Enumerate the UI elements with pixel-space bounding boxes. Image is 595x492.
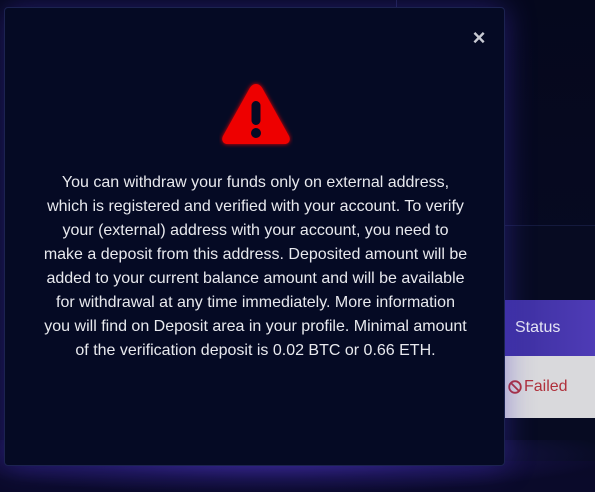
withdraw-info-modal: × You can withdraw your funds only on ex…: [4, 7, 505, 466]
ban-icon: [508, 380, 522, 394]
page: Status Failed × You can withdraw your fu…: [0, 0, 595, 492]
table-header-label: Status: [515, 319, 561, 336]
modal-message: You can withdraw your funds only on exte…: [43, 174, 468, 359]
warning-triangle-icon: [222, 84, 290, 144]
table-header-status[interactable]: Status: [498, 300, 595, 356]
status-failed-text: Failed: [524, 378, 568, 395]
table-row[interactable]: Failed: [498, 356, 595, 418]
close-button[interactable]: ×: [470, 27, 488, 49]
